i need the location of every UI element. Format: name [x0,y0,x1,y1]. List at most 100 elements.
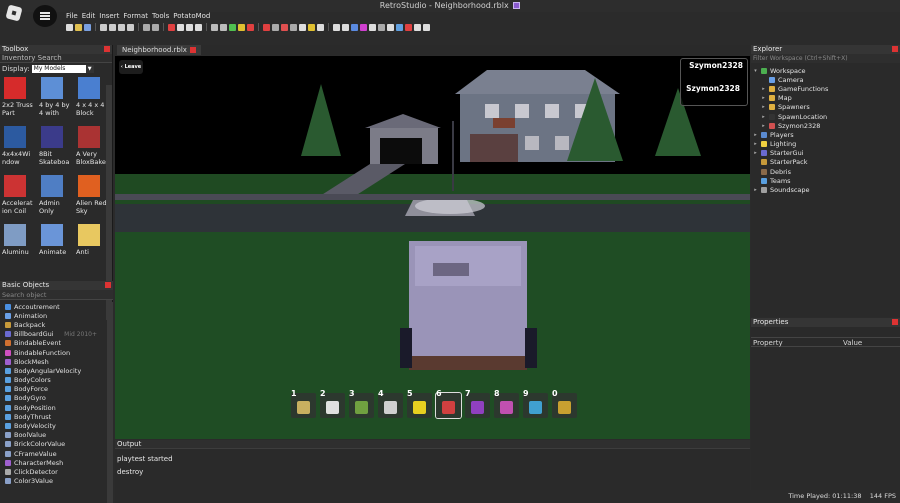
basic-object-item[interactable]: CharacterMesh [0,458,113,467]
toolbox-item[interactable]: 8Bit Skateboa [39,126,73,173]
play-icon[interactable] [229,23,236,31]
expand-chevron-icon[interactable]: ▾ [753,68,758,74]
hotbar-slot[interactable]: 3 [349,389,374,418]
explorer-item[interactable]: ▸ Lighting [751,140,900,149]
roblox-logo-icon[interactable] [5,4,23,22]
basic-object-item[interactable]: Animation [0,311,113,320]
basic-object-item[interactable]: BrickColorValue [0,440,113,449]
basic-object-item[interactable]: Accoutrement [0,302,113,311]
resize-icon[interactable] [186,23,193,31]
new-icon[interactable] [66,23,73,31]
toolbox-item[interactable]: Accelerat ion Coil [2,175,36,222]
redo-icon[interactable] [152,23,159,31]
explorer-item[interactable]: ▸ Players [751,130,900,139]
basic-object-item[interactable]: BlockMesh [0,357,113,366]
menu-file[interactable]: File [66,12,78,22]
delete-icon[interactable] [127,23,134,31]
view-icon[interactable] [351,23,358,31]
close-icon[interactable] [104,46,110,52]
explorer-item[interactable]: ▸ StarterGui [751,149,900,158]
menu-format[interactable]: Format [123,12,148,22]
basic-object-item[interactable]: Color3Value [0,477,113,486]
lock-icon[interactable] [308,23,315,31]
explorer-item[interactable]: ▾ Workspace [751,66,900,75]
surface-icon[interactable] [378,23,385,31]
basic-object-item[interactable]: BindableEvent [0,339,113,348]
toolbox-item[interactable]: 4 x 4 x 4 Block [76,77,110,124]
basic-object-item[interactable]: BodyGyro [0,394,113,403]
basic-object-item[interactable]: ClickDetector [0,467,113,476]
player-list[interactable]: Szymon2328 [680,58,748,106]
display-select[interactable]: My Models ▼ [31,64,94,73]
expand-chevron-icon[interactable]: ▸ [761,95,766,101]
cut-icon[interactable] [100,23,107,31]
hotbar-slot[interactable]: 6 [436,389,461,418]
toolbox-item[interactable]: Aluminu [2,224,36,271]
toolbox-item[interactable]: Alien Red Sky [76,175,110,222]
stop-icon[interactable] [247,23,254,31]
expand-chevron-icon[interactable]: ▸ [753,132,758,138]
hotbar-slot[interactable]: 1 [291,389,316,418]
group-icon[interactable] [317,23,324,31]
zoom-icon[interactable] [342,23,349,31]
basic-object-item[interactable]: CFrameValue [0,449,113,458]
camera-icon[interactable] [333,23,340,31]
hotbar-slot[interactable]: 5 [407,389,432,418]
expand-chevron-icon[interactable]: ▸ [761,123,766,129]
material-icon[interactable] [360,23,367,31]
expand-chevron-icon[interactable]: ▸ [761,114,766,120]
anchor-icon[interactable] [299,23,306,31]
move-icon[interactable] [177,23,184,31]
explorer-item[interactable]: ▸ Map [751,94,900,103]
save-icon[interactable] [84,23,91,31]
close-icon[interactable] [189,47,196,53]
explorer-item[interactable]: Teams [751,176,900,185]
expand-chevron-icon[interactable]: ▸ [753,150,758,156]
hotbar-slot[interactable]: 2 [320,389,345,418]
cursor-icon[interactable] [211,23,218,31]
settings-icon[interactable] [423,23,430,31]
insert-icon[interactable] [396,23,403,31]
menu-potatomod[interactable]: PotatoMod [173,12,210,22]
explorer-item[interactable]: ▸ Soundscape [751,185,900,194]
open-icon[interactable] [75,23,82,31]
join-icon[interactable] [290,23,297,31]
tab-neighborhood[interactable]: Neighborhood.rblx [117,45,201,55]
explorer-item[interactable]: ▸ GameFunctions [751,84,900,93]
arrow-icon[interactable] [220,23,227,31]
select-icon[interactable] [168,23,175,31]
toolbox-item[interactable]: 4 by 4 by 4 with [39,77,73,124]
toolbox-item[interactable]: Admin Only [39,175,73,222]
basic-object-item[interactable]: BoolValue [0,431,113,440]
undo-icon[interactable] [143,23,150,31]
close-icon[interactable] [892,46,898,52]
pause-icon[interactable] [238,23,245,31]
hotbar-slot[interactable]: 8 [494,389,519,418]
expand-chevron-icon[interactable]: ▸ [761,86,766,92]
menu-tools[interactable]: Tools [152,12,169,22]
paste-icon[interactable] [118,23,125,31]
filter-workspace-input[interactable]: Filter Workspace (Ctrl+Shift+X) [751,54,900,63]
hotbar-slot[interactable]: 0 [552,389,577,418]
collision-icon[interactable] [272,23,279,31]
toolbox-item[interactable]: A Very BloxBake [76,126,110,173]
explorer-item[interactable]: ▸ Spawners [751,103,900,112]
game-viewport[interactable]: ‹ Leave Szymon2328 Szymon2328 1 2 3 4 5 6 7 8 9 0 [115,56,750,439]
basic-object-item[interactable]: BodyAngularVelocity [0,366,113,375]
basic-object-item[interactable]: BodyColors [0,376,113,385]
menu-edit[interactable]: Edit [82,12,96,22]
script-icon[interactable] [414,23,421,31]
basic-objects-scrollbar[interactable] [107,302,113,503]
basic-object-item[interactable]: BodyVelocity [0,421,113,430]
expand-chevron-icon[interactable]: ▸ [753,141,758,147]
copy-icon[interactable] [109,23,116,31]
hamburger-menu-button[interactable] [33,5,57,27]
hotbar-slot[interactable]: 4 [378,389,403,418]
expand-chevron-icon[interactable]: ▸ [761,104,766,110]
toolbox-item[interactable]: Animate [39,224,73,271]
color-icon[interactable] [369,23,376,31]
toolbox-item[interactable]: 2x2 Truss Part [2,77,36,124]
leave-button[interactable]: ‹ Leave [119,60,143,74]
basic-object-item[interactable]: BodyForce [0,385,113,394]
expand-chevron-icon[interactable]: ▸ [753,187,758,193]
